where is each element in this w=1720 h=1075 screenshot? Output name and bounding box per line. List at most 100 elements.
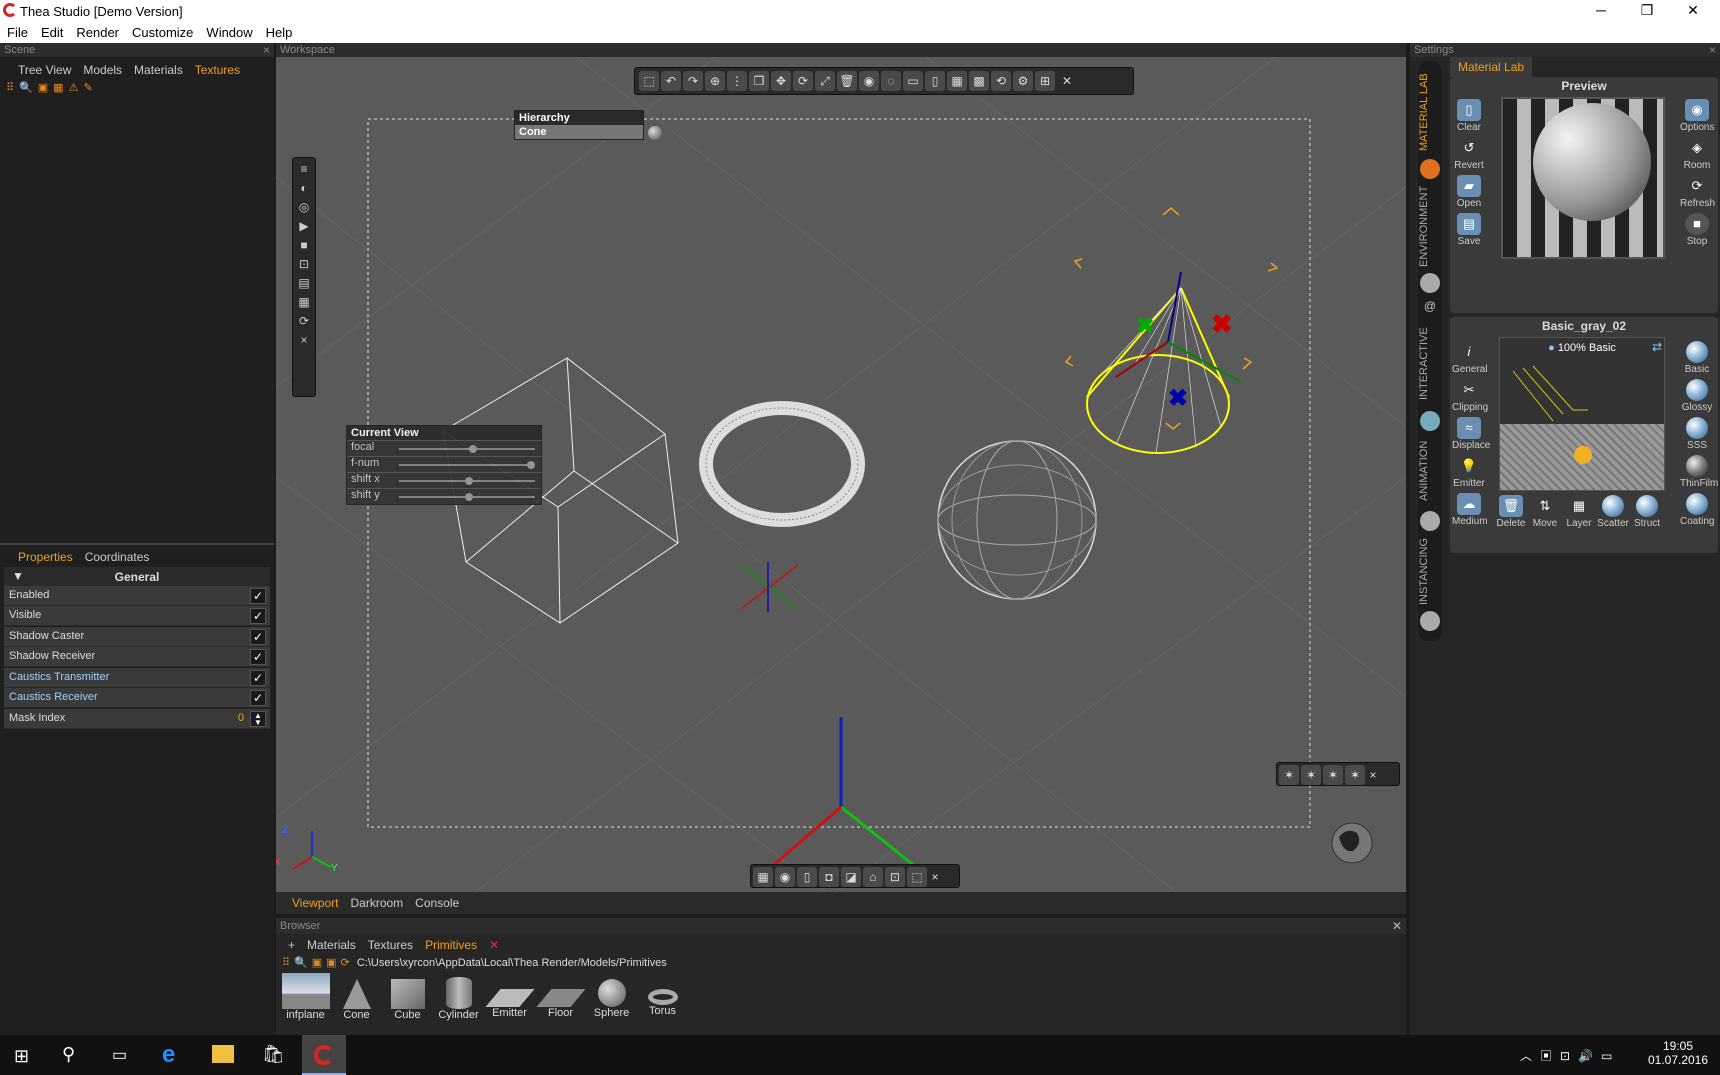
menu-render[interactable]: Render (69, 22, 125, 40)
primitive-infplane[interactable]: infplane (280, 973, 331, 1021)
menu-window[interactable]: Window (199, 22, 258, 40)
tab-darkroom[interactable]: Darkroom (344, 894, 409, 912)
snap-icon[interactable]: ⋮ (727, 71, 747, 91)
tex-icon[interactable]: ⠿ (6, 82, 19, 94)
layout-1-icon[interactable]: ▭ (903, 71, 923, 91)
grid-toggle-icon[interactable]: ▦ (753, 867, 773, 887)
layout-4-icon[interactable]: ▩ (969, 71, 989, 91)
search-icon[interactable]: ⚲ (62, 1044, 75, 1065)
material-lab-icon[interactable] (1420, 159, 1440, 179)
tab-browser-textures[interactable]: Textures (362, 936, 419, 954)
clock[interactable]: 19:05 01.07.2016 (1646, 1039, 1710, 1067)
coating-button[interactable]: Coating (1680, 493, 1714, 527)
layer-button[interactable]: ▦ Layer (1562, 495, 1596, 529)
light-3-icon[interactable]: ✶ (1323, 765, 1343, 785)
browser-tools-icon[interactable]: ⠿🔍▣▣⟳ (282, 957, 354, 969)
thinfilm-button[interactable]: ThinFilm (1680, 455, 1718, 489)
search-icon[interactable]: 🔍 (19, 82, 38, 94)
close-tab-icon[interactable]: ✕ (483, 936, 505, 954)
delete-button[interactable]: 🗑 Delete (1494, 495, 1528, 529)
move-icon[interactable]: ✥ (771, 71, 791, 91)
brush-icon[interactable]: ✎ (83, 82, 97, 94)
clear-button[interactable]: ▯ Clear (1452, 99, 1486, 133)
clipping-button[interactable]: ✂ Clipping (1452, 379, 1488, 413)
camera-icon[interactable]: ⊕ (705, 71, 725, 91)
vtab-environment[interactable]: ENVIRONMENT (1418, 181, 1442, 271)
medium-button[interactable]: ☁ Medium (1452, 493, 1488, 527)
edge-browser-icon[interactable]: e (162, 1041, 175, 1069)
camera-view-icon[interactable]: ◉ (775, 867, 795, 887)
primitive-cone[interactable]: Cone (331, 973, 382, 1021)
material-ball-icon[interactable] (648, 126, 662, 140)
light-2-icon[interactable]: ✶ (1301, 765, 1321, 785)
layer-options-icon[interactable]: ⇄ (1652, 340, 1662, 354)
struct-button[interactable]: Struct (1630, 495, 1664, 529)
close-icon[interactable]: × (929, 867, 941, 887)
close-icon[interactable]: × (263, 43, 270, 57)
perspective-icon[interactable]: ⌂ (863, 867, 883, 887)
tab-viewport[interactable]: Viewport (286, 894, 344, 912)
displace-button[interactable]: ≈ Displace (1452, 417, 1490, 451)
checker-icon[interactable]: ▦ (294, 293, 314, 312)
f-num-slider[interactable] (399, 461, 535, 469)
shadow-caster-checkbox[interactable]: ✓ (250, 629, 266, 645)
visible-checkbox[interactable]: ✓ (250, 608, 266, 624)
primitive-cube[interactable]: Cube (382, 973, 433, 1021)
stop-button[interactable]: ■ Stop (1680, 213, 1714, 247)
sss-button[interactable]: SSS (1680, 417, 1714, 451)
primitive-emitter[interactable]: Emitter (484, 973, 535, 1021)
close-button[interactable]: ✕ (1670, 0, 1716, 22)
environment-icon[interactable] (1420, 273, 1440, 293)
interactive-render-icon[interactable]: ◎ (294, 198, 314, 217)
menu-file[interactable]: File (0, 22, 34, 40)
add-tab-icon[interactable]: + (282, 936, 301, 954)
region-select-icon[interactable]: ⬚ (907, 867, 927, 887)
grid-options-icon[interactable]: ⊞ (1035, 71, 1055, 91)
focal-slider[interactable] (399, 445, 535, 453)
layer-label[interactable]: ● 100% Basic (1500, 338, 1664, 354)
mask-index-value[interactable]: 0 (238, 712, 244, 724)
image-icon[interactable]: ▣ (38, 82, 53, 94)
system-tray-icons[interactable]: ︿▣⊡🔊▭ (1520, 1047, 1620, 1064)
trash-icon[interactable]: ▯ (797, 867, 817, 887)
task-view-icon[interactable]: ▭ (112, 1045, 127, 1065)
thea-taskbar-icon[interactable] (302, 1035, 346, 1075)
revert-button[interactable]: ↺ Revert (1452, 137, 1486, 171)
tab-materials[interactable]: Materials (128, 61, 189, 79)
caustics-receiver-checkbox[interactable]: ✓ (250, 690, 266, 706)
undo-icon[interactable]: ↶ (661, 71, 681, 91)
maximize-button[interactable]: ❐ (1624, 0, 1670, 22)
menu-edit[interactable]: Edit (34, 22, 69, 40)
play-icon[interactable]: ▶ (294, 217, 314, 236)
close-icon[interactable]: × (1709, 43, 1716, 57)
primitive-sphere[interactable]: Sphere (586, 973, 637, 1021)
spiral-icon[interactable]: @ (1420, 299, 1440, 319)
basic-button[interactable]: Basic (1680, 341, 1714, 375)
interactive-icon[interactable] (1420, 411, 1440, 431)
close-toolbar-icon[interactable]: ✕ (1057, 71, 1077, 91)
tab-tree-view[interactable]: Tree View (12, 61, 77, 79)
scale-icon[interactable]: ⤢ (815, 71, 835, 91)
hierarchy-item-cone[interactable]: Cone (515, 125, 643, 139)
select-tool-icon[interactable]: ⬚ (639, 71, 659, 91)
caustics-transmitter-checkbox[interactable]: ✓ (250, 670, 266, 686)
grid-icon[interactable]: ▦ (53, 82, 68, 94)
instancing-icon[interactable] (1420, 611, 1440, 631)
animation-icon[interactable] (1420, 511, 1440, 531)
tab-console[interactable]: Console (409, 894, 465, 912)
close-icon[interactable]: ✕ (1392, 919, 1402, 933)
tab-properties[interactable]: Properties (12, 548, 79, 566)
primitive-cylinder[interactable]: Cylinder (433, 973, 484, 1021)
file-explorer-icon[interactable] (212, 1045, 234, 1063)
wireframe-icon[interactable]: ◪ (841, 867, 861, 887)
store-icon[interactable]: 🛍 (262, 1044, 285, 1065)
hide-icon[interactable]: ◌ (881, 71, 901, 91)
shadow-receiver-checkbox[interactable]: ✓ (250, 649, 266, 665)
windows-start-icon[interactable]: ⊞ (14, 1046, 29, 1067)
vtab-instancing[interactable]: INSTANCING (1418, 533, 1442, 609)
move-button[interactable]: ⇅ Move (1528, 495, 1562, 529)
rotate-icon[interactable]: ⟳ (793, 71, 813, 91)
settings-gear-icon[interactable]: ⚙ (1013, 71, 1033, 91)
save-render-icon[interactable]: ▤ (294, 274, 314, 293)
layout-2-icon[interactable]: ▯ (925, 71, 945, 91)
